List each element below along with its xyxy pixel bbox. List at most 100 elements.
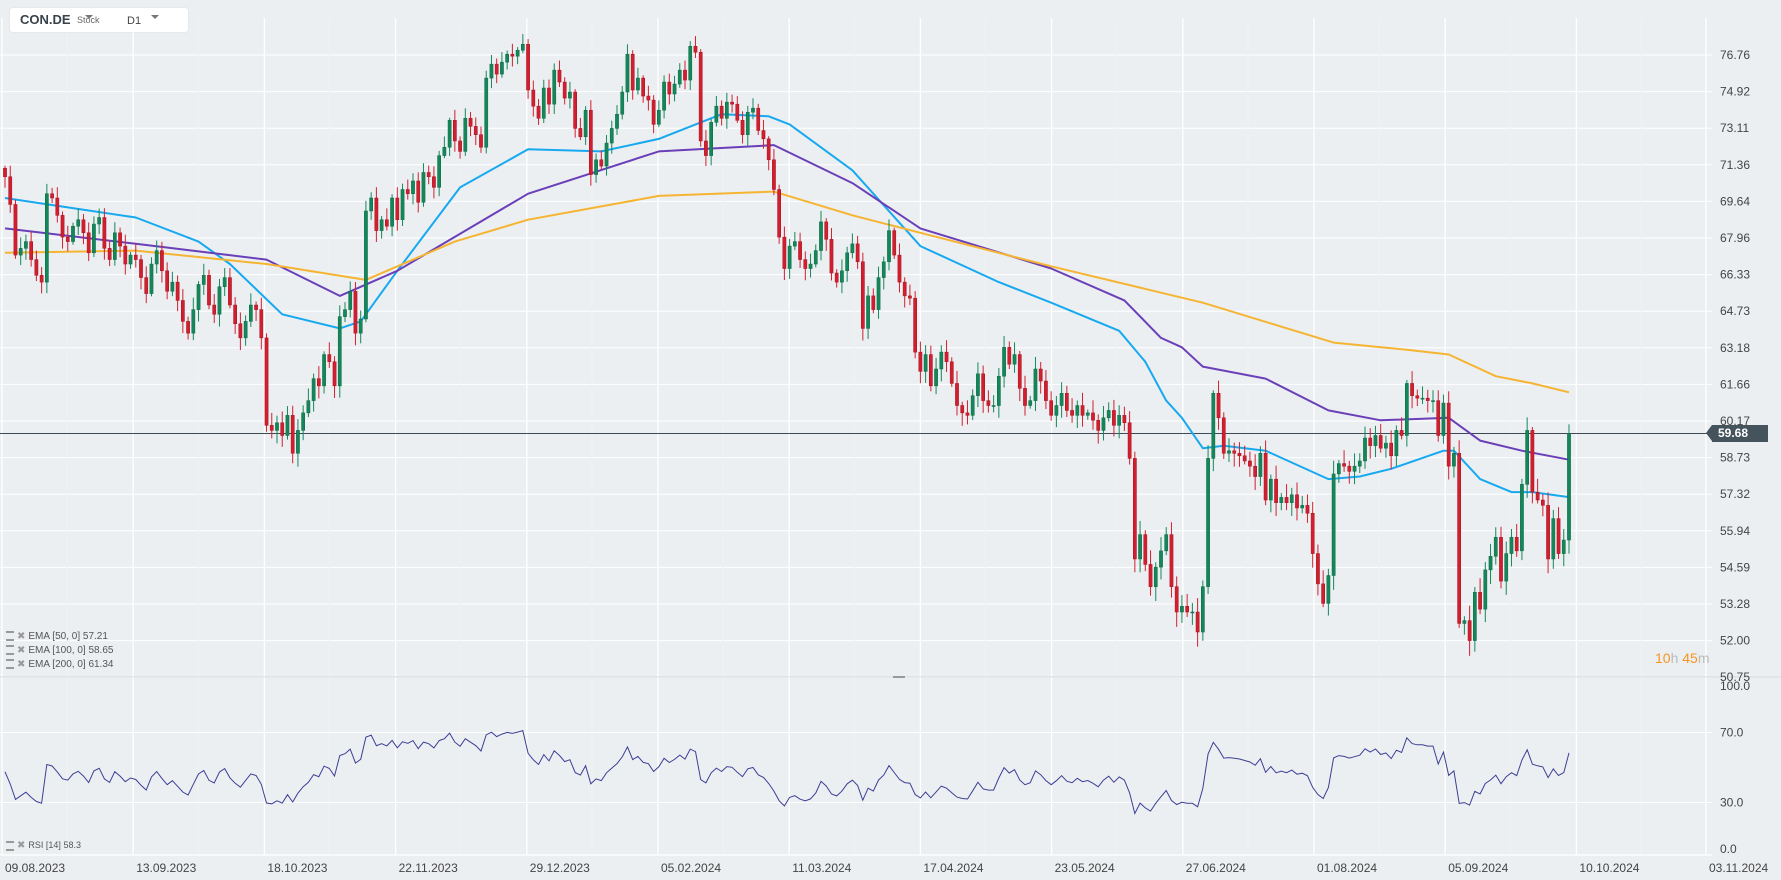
- candle: [343, 302, 347, 323]
- close-icon[interactable]: ✖: [17, 840, 25, 851]
- candle-body: [1446, 402, 1451, 467]
- candle-body: [364, 210, 368, 320]
- candle-body: [24, 241, 28, 249]
- candle-body: [1310, 513, 1315, 554]
- candle: [296, 419, 300, 467]
- candle-body: [798, 241, 802, 260]
- candle-body: [976, 373, 980, 396]
- candle: [1227, 438, 1231, 463]
- legend-rsi[interactable]: ✖ RSI [14] 58.3: [6, 840, 81, 851]
- candle-body: [1174, 586, 1179, 613]
- price-tick-label: 69.64: [1720, 194, 1750, 208]
- settings-icon[interactable]: [6, 659, 14, 670]
- candle-body: [813, 250, 818, 265]
- symbol-chevron-down-icon[interactable]: [85, 15, 93, 19]
- candle: [813, 244, 818, 268]
- candle: [1075, 400, 1080, 429]
- candle-body: [745, 111, 750, 135]
- price-tick-label: 73.11: [1720, 121, 1749, 135]
- candle-body: [588, 109, 593, 175]
- candle-body: [803, 259, 808, 269]
- candle: [552, 63, 557, 115]
- candle: [405, 179, 410, 200]
- close-icon[interactable]: ✖: [17, 645, 25, 656]
- candle: [1132, 451, 1137, 573]
- candle-body: [369, 197, 374, 212]
- candle: [1195, 598, 1200, 647]
- symbol-selector[interactable]: CON.DE Stock D1: [10, 8, 188, 32]
- candle: [1070, 398, 1074, 423]
- candle: [730, 94, 734, 113]
- candle: [1525, 417, 1530, 498]
- chart-canvas[interactable]: 76.76 74.92 73.11 71.36 69.64 67.96 66.33 64.73…: [0, 0, 1781, 880]
- candle-body: [740, 120, 745, 135]
- candle-body: [379, 219, 384, 231]
- candle-body: [840, 270, 844, 283]
- candle-body: [1159, 550, 1163, 568]
- candle-body: [1561, 539, 1566, 554]
- candle-body: [1368, 437, 1373, 446]
- candle-body: [1472, 592, 1477, 641]
- candle: [186, 316, 190, 340]
- candle-body: [395, 197, 400, 220]
- legend-ema-50[interactable]: ✖ EMA [50, 0] 57.21: [6, 631, 108, 642]
- candle: [871, 288, 876, 314]
- candle-body: [296, 430, 300, 454]
- candle-body: [1326, 575, 1331, 604]
- symbol-name[interactable]: CON.DE: [20, 12, 71, 27]
- candle: [677, 63, 682, 88]
- candle-body: [1462, 620, 1467, 624]
- settings-icon[interactable]: [6, 840, 14, 851]
- settings-icon[interactable]: [6, 645, 14, 656]
- close-icon[interactable]: ✖: [17, 631, 25, 642]
- candle-body: [902, 281, 907, 297]
- candle-body: [1520, 484, 1524, 552]
- candle-body: [254, 304, 258, 310]
- candle: [573, 89, 578, 138]
- timeframe-chevron-down-icon[interactable]: [151, 15, 159, 19]
- candle-body: [1101, 417, 1106, 431]
- candle: [824, 218, 829, 251]
- candle-body: [892, 230, 897, 256]
- candle-body: [390, 197, 394, 227]
- candle: [1085, 409, 1090, 420]
- candle: [1305, 494, 1310, 523]
- candle-body: [897, 254, 902, 283]
- candle-body: [280, 422, 285, 436]
- legend-ema-200[interactable]: ✖ EMA [200, 0] 61.34: [6, 659, 113, 670]
- candle-body: [1075, 405, 1080, 416]
- candle: [3, 165, 7, 188]
- candle: [170, 271, 175, 297]
- candle-body: [1514, 537, 1519, 552]
- candle-body: [955, 383, 959, 406]
- candle-body: [667, 81, 672, 95]
- price-tick-label: 55.94: [1720, 524, 1750, 538]
- candle: [1044, 370, 1048, 410]
- candle: [1561, 528, 1566, 567]
- candle: [233, 297, 238, 334]
- candle: [949, 357, 954, 387]
- candle-body: [1274, 478, 1278, 503]
- candle: [1546, 492, 1550, 574]
- candle-body: [316, 378, 321, 387]
- candle: [772, 148, 776, 196]
- candle-body: [196, 284, 201, 310]
- settings-icon[interactable]: [6, 631, 14, 642]
- close-icon[interactable]: ✖: [17, 659, 25, 670]
- candle-body: [1258, 453, 1263, 477]
- legend-ema-100[interactable]: ✖ EMA [100, 0] 58.65: [6, 645, 113, 656]
- candle: [1096, 414, 1101, 444]
- candle: [1200, 580, 1205, 641]
- candle-body: [651, 99, 656, 125]
- candle-body: [212, 304, 217, 315]
- candle: [1023, 375, 1027, 416]
- candle-body: [787, 245, 792, 269]
- ema-line-ema-100: [4, 144, 1570, 461]
- candle: [29, 231, 34, 267]
- candle: [489, 54, 494, 89]
- candle: [1567, 424, 1571, 554]
- timeframe-selector[interactable]: D1: [127, 15, 141, 27]
- candle-body: [1263, 453, 1268, 501]
- candle: [1148, 550, 1153, 596]
- candle: [1483, 562, 1488, 623]
